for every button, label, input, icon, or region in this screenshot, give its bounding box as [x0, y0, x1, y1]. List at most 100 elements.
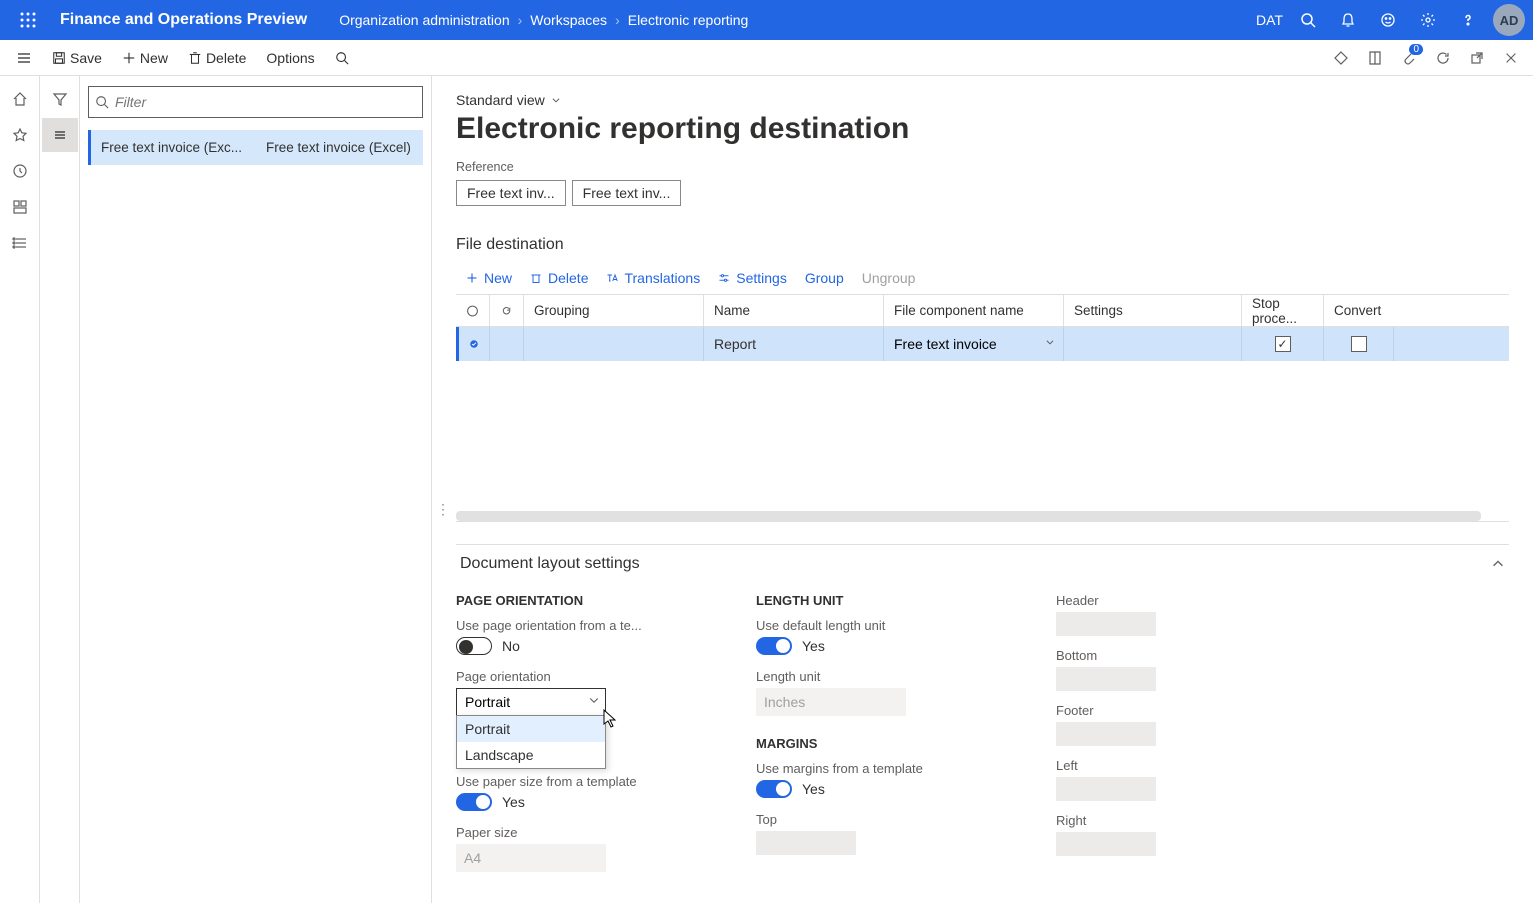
select-all-cell[interactable]: [456, 295, 490, 326]
list-icon[interactable]: [42, 118, 78, 152]
detail-pane: ⋮⋮ Standard view Electronic reporting de…: [432, 76, 1533, 903]
reference-label: Reference: [456, 160, 1509, 174]
grid-translations-button[interactable]: Translations: [606, 270, 700, 286]
view-selector[interactable]: Standard view: [456, 92, 1509, 108]
close-icon[interactable]: [1495, 42, 1527, 74]
use-default-length-toggle[interactable]: [756, 637, 792, 655]
view-name: Standard view: [456, 92, 545, 108]
grid-body: [456, 361, 1509, 521]
col-convert[interactable]: Convert: [1324, 295, 1394, 326]
row-grouping[interactable]: [524, 327, 704, 361]
file-destination-header: File destination: [456, 228, 1509, 262]
stop-checkbox[interactable]: [1275, 336, 1291, 352]
paper-size-input: [456, 844, 606, 872]
grid-scrollbar[interactable]: [456, 511, 1481, 521]
row-component[interactable]: [884, 327, 1064, 361]
col-component[interactable]: File component name: [884, 295, 1064, 326]
breadcrumb-item[interactable]: Workspaces: [526, 12, 611, 28]
cursor-icon: [602, 708, 620, 730]
attachments-icon[interactable]: [1393, 42, 1425, 74]
length-margins-group: LENGTH UNIT Use default length unit Yes …: [756, 593, 996, 872]
page-title: Electronic reporting destination: [456, 112, 1509, 146]
grid-group-button[interactable]: Group: [805, 270, 844, 286]
new-button[interactable]: New: [112, 40, 178, 76]
dropdown-option-portrait[interactable]: Portrait: [457, 716, 605, 742]
app-title: Finance and Operations Preview: [48, 11, 319, 29]
row-convert[interactable]: [1324, 327, 1394, 361]
row-stop[interactable]: [1242, 327, 1324, 361]
breadcrumb-item[interactable]: Organization administration: [335, 12, 513, 28]
use-paper-toggle[interactable]: [456, 793, 492, 811]
length-unit-input: [756, 688, 906, 716]
home-icon[interactable]: [2, 82, 38, 116]
recent-icon[interactable]: [2, 154, 38, 188]
toggle-value: Yes: [802, 781, 825, 797]
row-settings[interactable]: [1064, 327, 1242, 361]
company-selector[interactable]: DAT: [1256, 12, 1287, 28]
workspace-icon[interactable]: [2, 190, 38, 224]
delete-button[interactable]: Delete: [178, 40, 256, 76]
grid-row[interactable]: Report: [459, 327, 1509, 361]
diamond-icon[interactable]: [1325, 42, 1357, 74]
search-icon[interactable]: [1289, 0, 1327, 40]
toggle-value: Yes: [802, 638, 825, 654]
filter-rail: [40, 76, 80, 903]
col-stop[interactable]: Stop proce...: [1242, 295, 1324, 326]
use-default-length-label: Use default length unit: [756, 618, 996, 633]
options-button[interactable]: Options: [256, 40, 324, 76]
orientation-dropdown[interactable]: Portrait Landscape: [456, 688, 606, 716]
col-name[interactable]: Name: [704, 295, 884, 326]
doc-layout-title: Document layout settings: [460, 555, 640, 573]
component-input[interactable]: [894, 336, 1053, 352]
file-destination-grid: Grouping Name File component name Settin…: [456, 294, 1509, 522]
row-name[interactable]: Report: [704, 327, 884, 361]
orientation-input[interactable]: [456, 688, 606, 716]
filter-input[interactable]: [109, 94, 416, 110]
popout-icon[interactable]: [1461, 42, 1493, 74]
funnel-icon[interactable]: [42, 82, 78, 116]
refresh-col[interactable]: [490, 295, 524, 326]
document-layout-header[interactable]: Document layout settings: [456, 544, 1509, 583]
reference-field-1[interactable]: Free text inv...: [456, 180, 566, 206]
filter-input-wrap[interactable]: [88, 86, 423, 118]
notification-icon[interactable]: [1329, 0, 1367, 40]
page-orientation-group: PAGE ORIENTATION Use page orientation fr…: [456, 593, 696, 872]
help-icon[interactable]: [1449, 0, 1487, 40]
margin-right-label: Right: [1056, 813, 1296, 828]
convert-checkbox[interactable]: [1351, 336, 1367, 352]
margin-left-input: [1056, 777, 1156, 801]
top-header: Finance and Operations Preview Organizat…: [0, 0, 1533, 40]
margin-header-label: Header: [1056, 593, 1296, 608]
app-launcher[interactable]: [8, 0, 48, 40]
search-action[interactable]: [325, 40, 359, 76]
splitter-handle[interactable]: ⋮⋮: [432, 490, 440, 530]
margin-right-input: [1056, 832, 1156, 856]
col-settings[interactable]: Settings: [1064, 295, 1242, 326]
refresh-icon[interactable]: [1427, 42, 1459, 74]
emoji-icon[interactable]: [1369, 0, 1407, 40]
grid-ungroup-button: Ungroup: [862, 270, 916, 286]
nav-toggle[interactable]: [6, 40, 42, 76]
breadcrumb-separator: ›: [611, 12, 624, 28]
dropdown-option-landscape[interactable]: Landscape: [457, 742, 605, 768]
row-spacer: [490, 327, 524, 361]
chevron-down-icon[interactable]: [1045, 337, 1055, 347]
breadcrumb-item[interactable]: Electronic reporting: [624, 12, 753, 28]
use-margins-toggle[interactable]: [756, 780, 792, 798]
grid-new-button[interactable]: New: [466, 270, 512, 286]
user-avatar[interactable]: AD: [1493, 4, 1525, 36]
list-item-col2: Free text invoice (Excel): [266, 140, 411, 155]
row-selected[interactable]: [459, 327, 490, 361]
book-icon[interactable]: [1359, 42, 1391, 74]
grid-settings-button[interactable]: Settings: [718, 270, 787, 286]
star-icon[interactable]: [2, 118, 38, 152]
margin-left-label: Left: [1056, 758, 1296, 773]
grid-delete-button[interactable]: Delete: [530, 270, 588, 286]
col-grouping[interactable]: Grouping: [524, 295, 704, 326]
modules-icon[interactable]: [2, 226, 38, 260]
gear-icon[interactable]: [1409, 0, 1447, 40]
list-item-selected[interactable]: Free text invoice (Exc... Free text invo…: [88, 130, 423, 165]
reference-field-2[interactable]: Free text inv...: [572, 180, 682, 206]
save-button[interactable]: Save: [42, 40, 112, 76]
use-orientation-toggle[interactable]: [456, 637, 492, 655]
